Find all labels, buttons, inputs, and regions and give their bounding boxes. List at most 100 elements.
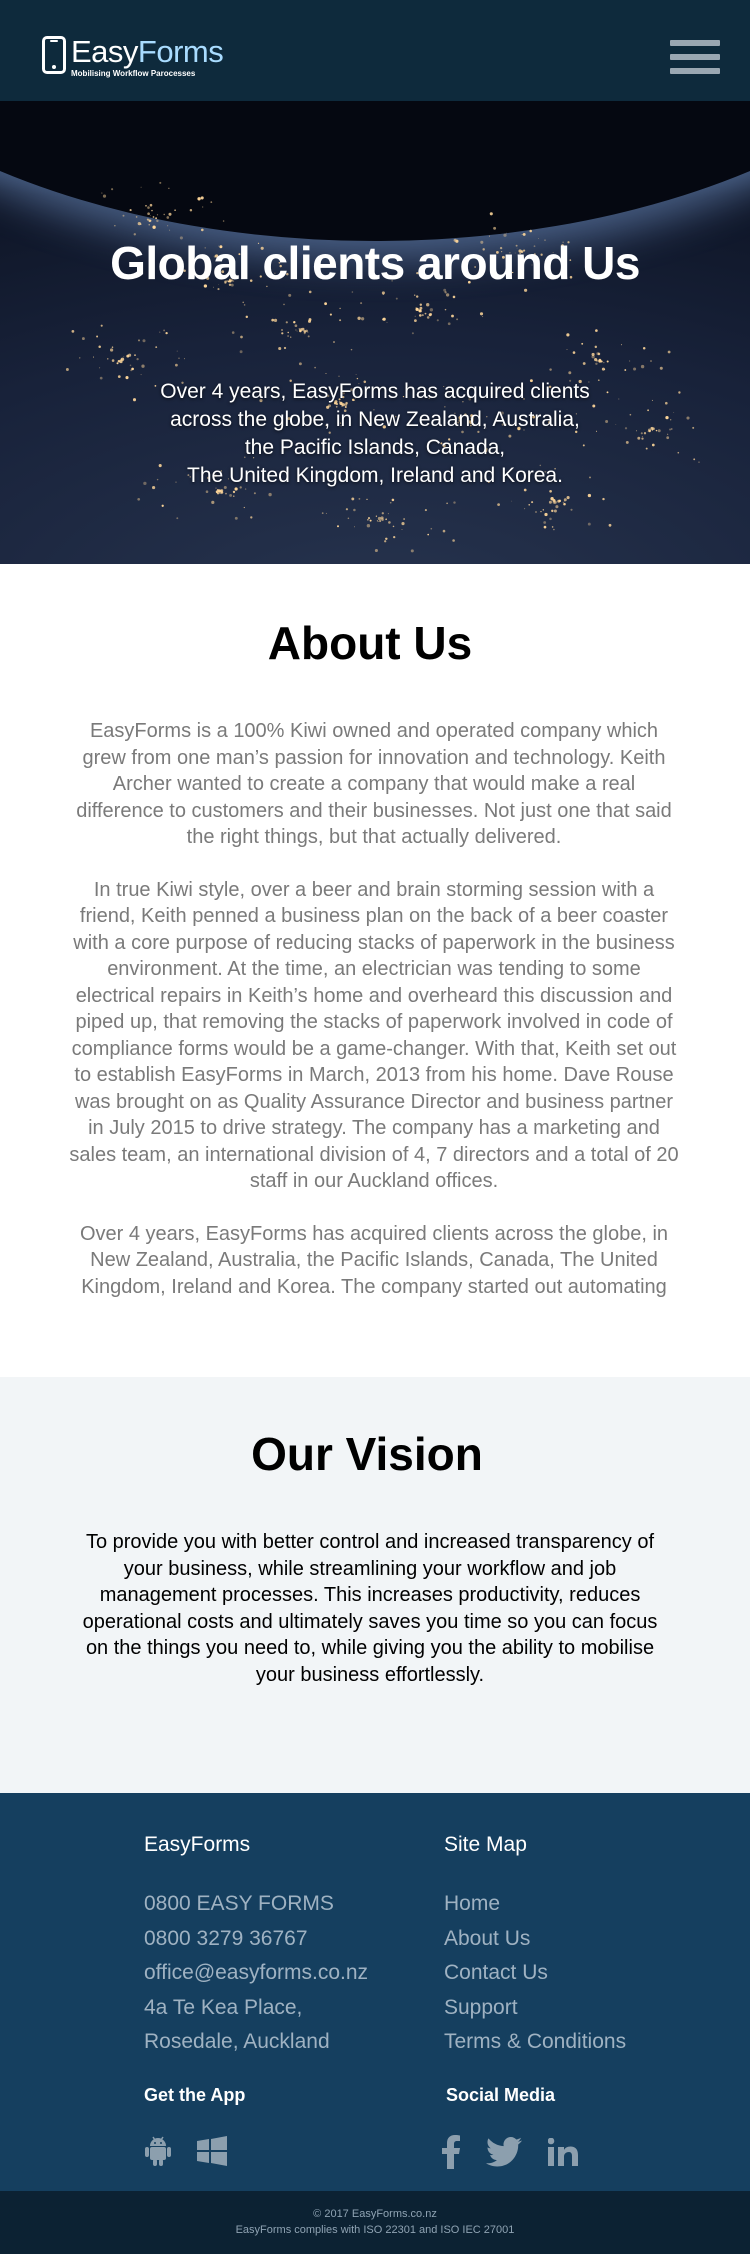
- windows-icon[interactable]: [196, 2136, 228, 2166]
- about-paragraph: Over 4 years, EasyForms has acquired cli…: [79, 1222, 669, 1298]
- city-light: [295, 329, 297, 331]
- city-light: [142, 339, 146, 343]
- city-light: [200, 196, 204, 200]
- city-light: [385, 518, 387, 521]
- city-light: [360, 317, 365, 321]
- city-light: [283, 346, 287, 350]
- city-light: [389, 501, 392, 504]
- city-light: [387, 513, 389, 515]
- city-light: [603, 361, 605, 364]
- city-light: [296, 330, 298, 332]
- city-light: [446, 502, 448, 505]
- city-light: [211, 500, 215, 505]
- city-light: [566, 496, 570, 500]
- city-light: [633, 367, 637, 371]
- city-light: [543, 525, 547, 529]
- logo-text: EasyForms Mobilising Workflow Parocesses: [71, 36, 224, 79]
- footer-phone[interactable]: 0800 EASY FORMS: [144, 1887, 368, 1922]
- city-light: [139, 223, 142, 225]
- city-light: [152, 225, 156, 229]
- city-light: [598, 359, 602, 363]
- city-light: [324, 302, 327, 306]
- city-light: [301, 327, 305, 331]
- city-light: [410, 549, 414, 553]
- city-light: [555, 505, 559, 509]
- city-light: [189, 209, 193, 212]
- city-light: [572, 351, 576, 354]
- city-light: [505, 232, 507, 234]
- city-light: [551, 526, 554, 528]
- city-light: [424, 312, 427, 315]
- city-light: [147, 212, 150, 216]
- city-light: [418, 314, 422, 317]
- city-light: [338, 375, 340, 377]
- city-light: [535, 511, 537, 513]
- city-light: [159, 331, 161, 333]
- city-light: [111, 188, 114, 191]
- site-footer: EasyForms 0800 EASY FORMS 0800 3279 3676…: [0, 1793, 750, 2191]
- city-light: [308, 290, 312, 294]
- city-light: [403, 518, 405, 520]
- city-light: [413, 294, 416, 296]
- city-light: [591, 352, 595, 356]
- about-body: EasyForms is a 100% Kiwi owned and opera…: [68, 718, 680, 1300]
- about-title: About Us: [267, 617, 473, 669]
- linkedin-icon[interactable]: [548, 2138, 578, 2166]
- city-light: [453, 501, 456, 504]
- city-light: [307, 331, 309, 333]
- city-light: [642, 347, 646, 350]
- city-light: [152, 216, 155, 218]
- hamburger-menu-icon[interactable]: [670, 40, 720, 74]
- city-light: [147, 206, 150, 209]
- city-light: [548, 500, 552, 504]
- city-light: [293, 321, 296, 324]
- city-light: [294, 324, 298, 328]
- city-light: [562, 501, 564, 503]
- city-light: [134, 354, 136, 356]
- city-light: [298, 328, 300, 330]
- logo[interactable]: EasyForms Mobilising Workflow Parocesses: [42, 36, 224, 79]
- footer-company-heading: EasyForms: [144, 1833, 251, 1856]
- sitemap-link-about[interactable]: About Us: [444, 1922, 626, 1957]
- city-light: [101, 192, 103, 194]
- sitemap-link-contact[interactable]: Contact Us: [444, 1956, 626, 1991]
- android-icon[interactable]: [144, 2135, 172, 2167]
- city-light: [376, 520, 378, 522]
- footer-email[interactable]: office@easyforms.co.nz: [144, 1956, 368, 1991]
- sitemap-link-support[interactable]: Support: [444, 1991, 626, 2026]
- menu-bar: [670, 54, 720, 60]
- city-light: [242, 301, 244, 304]
- city-light: [659, 366, 663, 370]
- logo-tagline: Mobilising Workflow Parocesses: [71, 69, 196, 78]
- city-light: [168, 187, 170, 189]
- city-light: [287, 335, 290, 337]
- hero-line: Over 4 years, EasyForms has acquired cli…: [160, 380, 590, 403]
- footer-address-line: Rosedale, Auckland: [144, 2030, 330, 2053]
- city-light: [542, 509, 545, 511]
- city-light: [174, 209, 176, 212]
- city-light: [353, 508, 356, 512]
- city-light: [582, 362, 586, 365]
- city-light: [197, 197, 201, 201]
- city-light: [234, 516, 238, 520]
- city-light: [528, 504, 530, 506]
- city-light: [136, 357, 139, 361]
- city-light: [452, 295, 456, 299]
- city-light: [549, 517, 552, 521]
- city-light: [421, 314, 424, 317]
- city-light: [602, 497, 605, 501]
- city-light: [357, 316, 361, 320]
- city-light: [151, 209, 153, 212]
- city-light: [229, 493, 233, 497]
- sitemap-link-terms[interactable]: Terms & Conditions: [444, 2025, 626, 2060]
- city-light: [451, 314, 454, 318]
- city-light: [298, 362, 302, 366]
- vision-title: Our Vision: [251, 1428, 483, 1480]
- facebook-icon[interactable]: [442, 2135, 460, 2169]
- sitemap-link-home[interactable]: Home: [444, 1887, 626, 1922]
- footer-phone-numeric[interactable]: 0800 3279 36767: [144, 1922, 368, 1957]
- city-light: [570, 508, 573, 511]
- twitter-icon[interactable]: [486, 2137, 522, 2167]
- city-light: [375, 515, 378, 517]
- city-light: [385, 537, 388, 541]
